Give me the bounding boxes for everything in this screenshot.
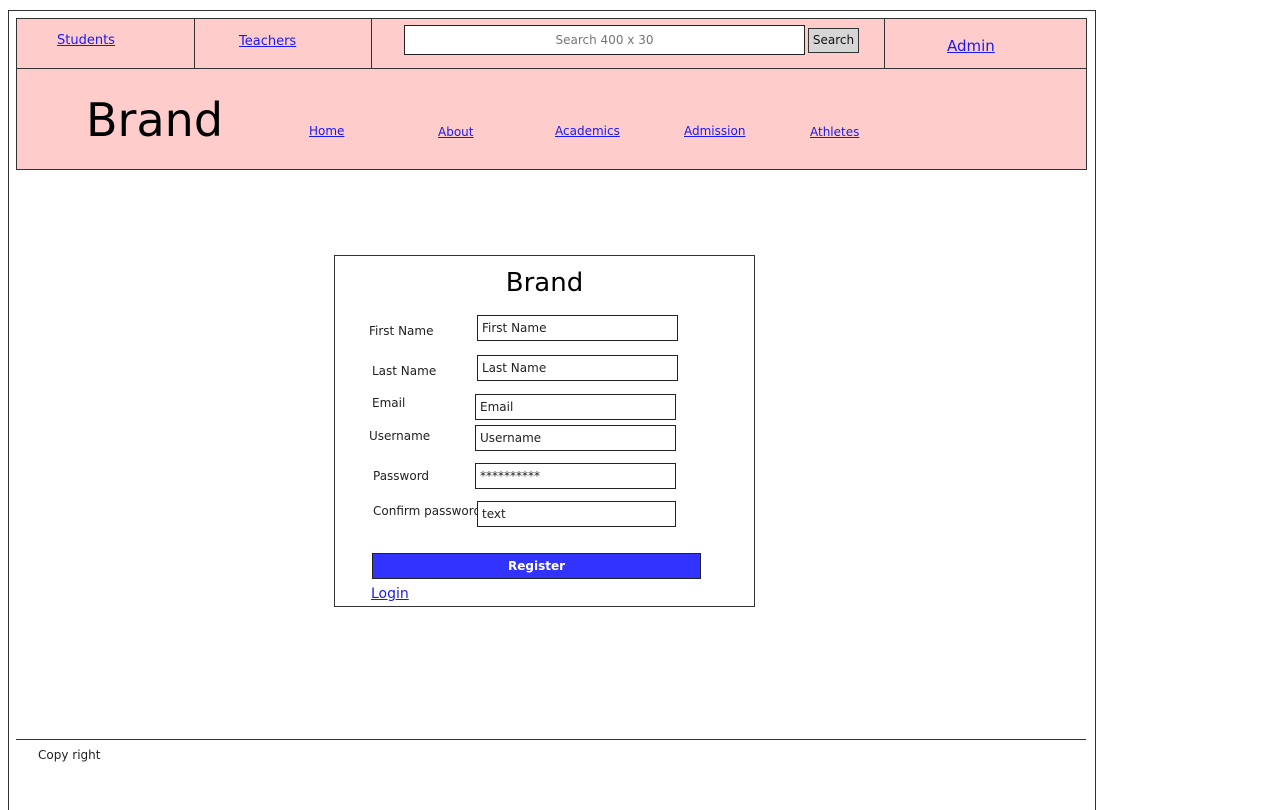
last-name-field[interactable] — [477, 355, 678, 381]
form-title: Brand — [505, 268, 584, 298]
students-link[interactable]: Students — [57, 33, 115, 48]
confirm-password-field[interactable] — [477, 501, 676, 527]
copyright-text: Copy right — [38, 748, 101, 762]
search-button[interactable]: Search — [808, 28, 859, 53]
nav-home[interactable]: Home — [309, 124, 344, 138]
nav-athletes[interactable]: Athletes — [810, 125, 859, 139]
nav-about[interactable]: About — [438, 125, 473, 139]
password-label: Password — [373, 469, 430, 483]
password-field[interactable] — [475, 463, 676, 489]
footer-divider — [16, 739, 1086, 740]
nav-admission[interactable]: Admission — [684, 124, 745, 138]
search-input[interactable] — [404, 25, 805, 55]
nav-academics[interactable]: Academics — [555, 124, 620, 138]
login-link[interactable]: Login — [371, 586, 409, 602]
admin-link[interactable]: Admin — [947, 37, 995, 55]
username-label: Username — [369, 429, 431, 443]
register-button[interactable]: Register — [372, 553, 701, 579]
email-label: Email — [372, 396, 406, 410]
first-name-field[interactable] — [477, 315, 678, 341]
email-field[interactable] — [475, 394, 676, 420]
confirm-password-label: Confirm password — [373, 504, 482, 518]
username-field[interactable] — [475, 425, 676, 451]
first-name-label: First Name — [369, 324, 434, 338]
last-name-label: Last Name — [372, 364, 437, 378]
teachers-link[interactable]: Teachers — [239, 34, 296, 49]
brand-logo[interactable]: Brand — [86, 92, 223, 148]
